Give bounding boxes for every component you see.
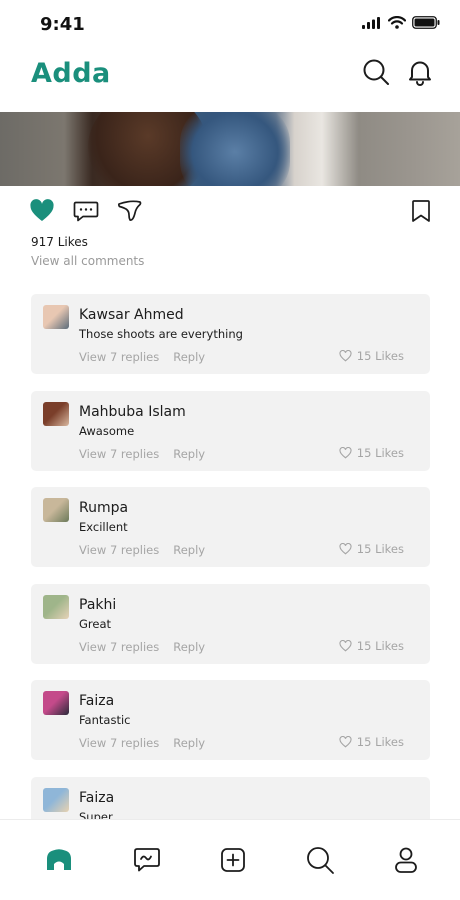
avatar[interactable] [43, 787, 69, 812]
status-icons [362, 16, 440, 29]
comment-likes[interactable]: 15 Likes [339, 735, 404, 749]
heart-outline-icon [339, 446, 352, 458]
post-image-jacket [180, 112, 290, 186]
comment-text: Excillent [79, 520, 128, 534]
comment-card[interactable]: Mahbuba Islam Awasome View 7 replies Reply 1… [31, 390, 430, 471]
comment-author[interactable]: Faiza [79, 790, 114, 806]
comment-likes[interactable]: 15 Likes [339, 639, 404, 653]
comment-card[interactable]: FaizaSuperView 7 repliesReply15 Likes [31, 776, 430, 820]
comment-likes[interactable]: 15 Likes [339, 542, 404, 556]
comment-text: Those shoots are everything [79, 327, 243, 341]
add-icon[interactable] [218, 845, 248, 875]
heart-outline-icon [339, 639, 352, 651]
messages-icon[interactable] [132, 845, 162, 875]
heart-outline-icon [339, 350, 352, 362]
comment-meta: View 7 replies Reply [79, 350, 205, 364]
reply-link[interactable]: Reply [173, 447, 205, 461]
view-all-comments-link[interactable]: View all comments [31, 254, 144, 268]
post-action-row [0, 198, 460, 226]
view-replies-link[interactable]: View 7 replies [79, 447, 159, 461]
profile-icon[interactable] [391, 845, 421, 875]
comment-author[interactable]: Pakhi [79, 597, 116, 613]
comment-card[interactable]: Faiza Fantastic View 7 replies Reply 15 Like… [31, 680, 430, 760]
share-icon[interactable] [117, 198, 143, 224]
reply-link[interactable]: Reply [173, 543, 205, 557]
comment-likes-count: 15 Likes [356, 349, 404, 363]
comment-likes[interactable]: 15 Likes [339, 349, 404, 363]
avatar[interactable] [43, 691, 69, 715]
avatar[interactable] [43, 401, 69, 426]
comment-text: Awasome [79, 423, 135, 438]
comment-author[interactable]: Kawsar Ahmed [79, 307, 184, 323]
heart-outline-icon [339, 736, 352, 748]
comment-author[interactable]: Mahbuba Islam [79, 404, 186, 420]
comment-card[interactable]: Rumpa Excillent View 7 replies Reply 15 Like… [31, 487, 430, 567]
view-replies-link[interactable]: View 7 replies [79, 350, 159, 364]
view-replies-link[interactable]: View 7 replies [79, 736, 159, 750]
comment-likes[interactable]: 15 Likes [339, 446, 404, 460]
battery-icon [412, 16, 440, 29]
comment-card[interactable]: Pakhi Great View 7 replies Reply 15 Likes [31, 583, 430, 664]
view-replies-link[interactable]: View 7 replies [79, 543, 159, 557]
bell-icon[interactable] [406, 58, 434, 86]
reply-link[interactable]: Reply [173, 640, 205, 654]
avatar[interactable] [43, 594, 69, 619]
comment-text: Super [79, 809, 113, 820]
nav-search-icon[interactable] [305, 845, 335, 875]
status-time: 9:41 [40, 14, 85, 35]
comments-list: Kawsar Ahmed Those shoots are everything V… [31, 294, 430, 819]
heart-outline-icon [339, 543, 352, 555]
comment-likes-count: 15 Likes [356, 542, 404, 556]
comment-likes-count: 15 Likes [356, 445, 404, 460]
bookmark-icon[interactable] [408, 198, 434, 224]
comment-author[interactable]: Rumpa [79, 500, 128, 516]
comment-likes-count: 15 Likes [356, 638, 404, 653]
bottom-nav [0, 819, 460, 900]
comment-meta: View 7 replies Reply [79, 543, 205, 557]
comment-meta: View 7 replies Reply [79, 447, 205, 461]
app-header: Adda [0, 50, 460, 112]
home-icon[interactable] [44, 845, 74, 875]
comment-meta: View 7 replies Reply [79, 640, 205, 654]
avatar[interactable] [43, 305, 69, 329]
reply-link[interactable]: Reply [173, 350, 205, 364]
signal-icon [362, 16, 380, 29]
app-title: Adda [31, 58, 111, 89]
comment-author[interactable]: Faiza [79, 693, 114, 709]
avatar[interactable] [43, 498, 69, 522]
comment-text: Fantastic [79, 713, 131, 727]
comment-likes-count: 15 Likes [356, 735, 404, 749]
post-likes-count: 917 Likes [31, 235, 88, 249]
post-image[interactable] [0, 112, 460, 186]
comment-card[interactable]: Kawsar Ahmed Those shoots are everything V… [31, 294, 430, 374]
view-replies-link[interactable]: View 7 replies [79, 640, 159, 654]
heart-icon[interactable] [29, 198, 55, 224]
status-bar: 9:41 [0, 0, 460, 50]
wifi-icon [388, 16, 406, 29]
comment-meta: View 7 replies Reply [79, 736, 205, 750]
reply-link[interactable]: Reply [173, 736, 205, 750]
comment-text: Great [79, 616, 112, 631]
search-icon[interactable] [362, 58, 390, 86]
comment-icon[interactable] [73, 198, 99, 224]
